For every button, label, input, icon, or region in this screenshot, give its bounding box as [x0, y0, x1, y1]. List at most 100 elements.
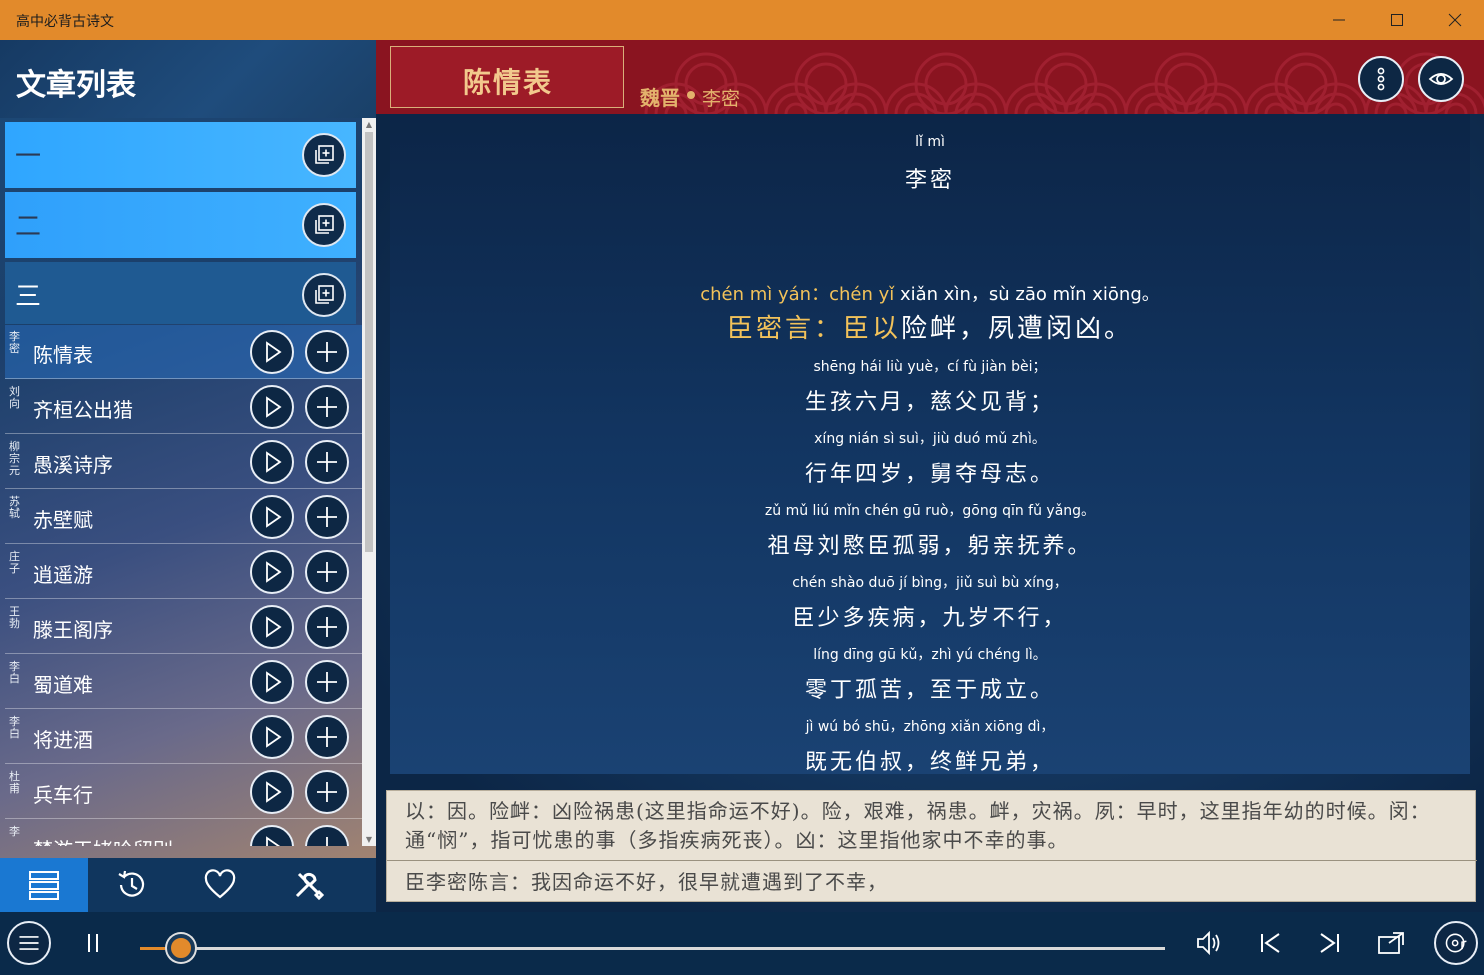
- play-button[interactable]: [250, 605, 294, 649]
- play-icon: [266, 616, 282, 638]
- poem-title: 赤壁赋: [33, 508, 93, 532]
- list-item[interactable]: 王勃 滕王阁序: [5, 600, 362, 654]
- notes-panel: 以：因。险衅：凶险祸患(这里指命运不好)。险，艰难，祸患。衅，灾祸。夙：早时，这…: [386, 790, 1477, 902]
- tab-favorites[interactable]: [176, 858, 264, 912]
- list-item[interactable]: 李白 蜀道难: [5, 655, 362, 709]
- list-item[interactable]: 苏轼 赤壁赋: [5, 490, 362, 544]
- more-options-button[interactable]: [1358, 56, 1404, 102]
- add-button[interactable]: [305, 495, 349, 539]
- next-button[interactable]: [1315, 928, 1345, 958]
- tab-history[interactable]: [88, 858, 176, 912]
- menu-icon: [19, 936, 39, 950]
- poem-author: 刘向: [9, 385, 20, 410]
- view-toggle-button[interactable]: [1418, 56, 1464, 102]
- scroll-down-icon[interactable]: ▼: [365, 835, 373, 844]
- add-button[interactable]: [305, 330, 349, 374]
- play-button[interactable]: [250, 330, 294, 374]
- sidebar-scrollbar[interactable]: ▲ ▼: [362, 118, 376, 846]
- line-pinyin: zǔ mǔ liú mǐn chén gū ruò，gōng qīn fǔ yǎ…: [764, 503, 1096, 519]
- line-hanzi: 臣少多疾病，九岁不行，: [792, 606, 1068, 631]
- play-button[interactable]: [250, 715, 294, 759]
- add-collection-button[interactable]: [302, 203, 346, 247]
- maximize-button[interactable]: [1368, 0, 1426, 40]
- plus-icon: [317, 782, 337, 802]
- poem-title: 兵车行: [33, 783, 93, 807]
- add-button[interactable]: [305, 605, 349, 649]
- play-icon: [266, 836, 281, 846]
- add-button[interactable]: [305, 660, 349, 704]
- menu-button[interactable]: [7, 921, 51, 965]
- add-collection-button[interactable]: [302, 133, 346, 177]
- cast-button[interactable]: [1375, 928, 1405, 958]
- play-button[interactable]: [250, 440, 294, 484]
- plus-icon: [317, 562, 337, 582]
- next-icon: [1320, 933, 1339, 953]
- play-button[interactable]: [250, 825, 294, 846]
- play-icon: [266, 561, 282, 583]
- poem-title: 梦游天姥吟留别: [33, 834, 173, 846]
- play-button[interactable]: [250, 385, 294, 429]
- sidebar-title: 文章列表: [16, 68, 136, 103]
- play-icon: [266, 506, 282, 528]
- history-icon: [118, 870, 145, 897]
- list-item[interactable]: 李 梦游天姥吟留别: [5, 820, 362, 846]
- author-name: 李密: [904, 168, 955, 193]
- previous-button[interactable]: [1255, 928, 1285, 958]
- play-button[interactable]: [250, 660, 294, 704]
- pause-icon: [88, 934, 98, 952]
- list-item[interactable]: 庄子 逍遥游: [5, 545, 362, 599]
- list-item[interactable]: 杜甫 兵车行: [5, 765, 362, 819]
- seek-thumb[interactable]: [167, 934, 195, 962]
- poem-author: 李: [9, 825, 20, 838]
- article-list[interactable]: 一 二 三 李密 陈情表 刘向 齐桓公出猎 柳宗元 愚溪诗序 苏轼 赤壁赋 庄子…: [0, 118, 362, 846]
- add-button[interactable]: [305, 770, 349, 814]
- group-row-3[interactable]: 三: [5, 262, 356, 324]
- pause-button[interactable]: [78, 928, 108, 958]
- add-button[interactable]: [305, 825, 349, 846]
- add-button[interactable]: [305, 440, 349, 484]
- more-vertical-icon: [1377, 67, 1385, 91]
- title-frame: 陈情表: [390, 46, 624, 108]
- close-button[interactable]: [1426, 0, 1484, 40]
- play-icon: [266, 451, 282, 473]
- seek-bar[interactable]: [140, 934, 1165, 962]
- poem-text-area[interactable]: lǐ mì 李密 chén mì yán：chén yǐ xiǎn xìn，sù…: [390, 114, 1470, 774]
- list-item[interactable]: 李密 陈情表: [5, 325, 362, 379]
- scroll-up-icon[interactable]: ▲: [365, 120, 373, 129]
- play-icon: [266, 341, 282, 363]
- line-hanzi: 零丁孤苦，至于成立。: [804, 678, 1055, 703]
- plus-icon: [317, 507, 337, 527]
- cast-icon: [1378, 932, 1404, 954]
- add-button[interactable]: [305, 715, 349, 759]
- poem-title: 愚溪诗序: [33, 453, 113, 477]
- tab-tools[interactable]: [264, 858, 352, 912]
- list-item[interactable]: 刘向 齐桓公出猎: [5, 380, 362, 434]
- poem-dynasty: 魏晋: [640, 86, 680, 110]
- sidebar-header: 文章列表: [0, 40, 376, 118]
- line-pinyin-rest: xiǎn xìn，sù zāo mǐn xiōng。: [894, 284, 1160, 305]
- group-row-2[interactable]: 二: [5, 192, 356, 258]
- music-disc-button[interactable]: [1434, 921, 1478, 965]
- tab-list[interactable]: [0, 858, 88, 912]
- minimize-button[interactable]: [1310, 0, 1368, 40]
- minimize-icon: [1333, 19, 1345, 21]
- notes-divider: [387, 860, 1477, 861]
- scroll-thumb[interactable]: [365, 132, 373, 552]
- add-button[interactable]: [305, 550, 349, 594]
- play-button[interactable]: [250, 550, 294, 594]
- group-row-1[interactable]: 一: [5, 122, 356, 188]
- author-pinyin: lǐ mì: [915, 134, 945, 150]
- plus-icon: [317, 727, 337, 747]
- play-icon: [266, 726, 282, 748]
- list-item[interactable]: 李白 将进酒: [5, 710, 362, 764]
- poem-title: 陈情表: [33, 343, 93, 367]
- play-button[interactable]: [250, 495, 294, 539]
- list-item[interactable]: 柳宗元 愚溪诗序: [5, 435, 362, 489]
- play-button[interactable]: [250, 770, 294, 814]
- add-button[interactable]: [305, 385, 349, 429]
- plus-icon: [317, 452, 337, 472]
- group-label: 二: [15, 212, 42, 242]
- add-collection-button[interactable]: [302, 273, 346, 317]
- volume-button[interactable]: [1195, 928, 1225, 958]
- poem-author: 杜甫: [9, 770, 20, 795]
